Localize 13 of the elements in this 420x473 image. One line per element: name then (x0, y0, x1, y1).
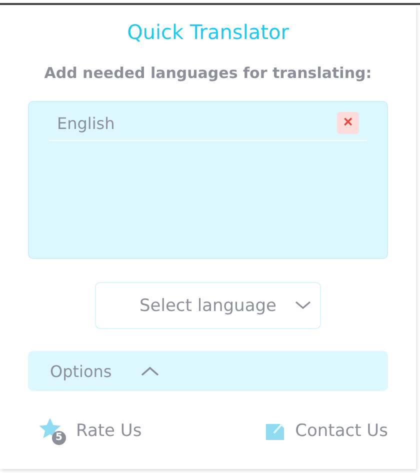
remove-button[interactable]: × (337, 112, 359, 134)
rate-us-link[interactable]: 5 Rate Us (28, 417, 142, 445)
app-title: Quick Translator (127, 20, 289, 44)
chevron-down-icon (295, 301, 311, 310)
options-toggle[interactable]: Options (28, 351, 388, 391)
contact-us-link[interactable]: Contact Us (255, 417, 388, 445)
language-select[interactable]: Select language (95, 282, 321, 329)
rating-badge: 5 (52, 431, 66, 445)
note-icon (265, 421, 286, 441)
star-icon (38, 417, 62, 441)
instruction-text: Add needed languages for translating: (44, 64, 372, 82)
chevron-up-icon (140, 366, 160, 376)
language-name: English (57, 114, 115, 132)
